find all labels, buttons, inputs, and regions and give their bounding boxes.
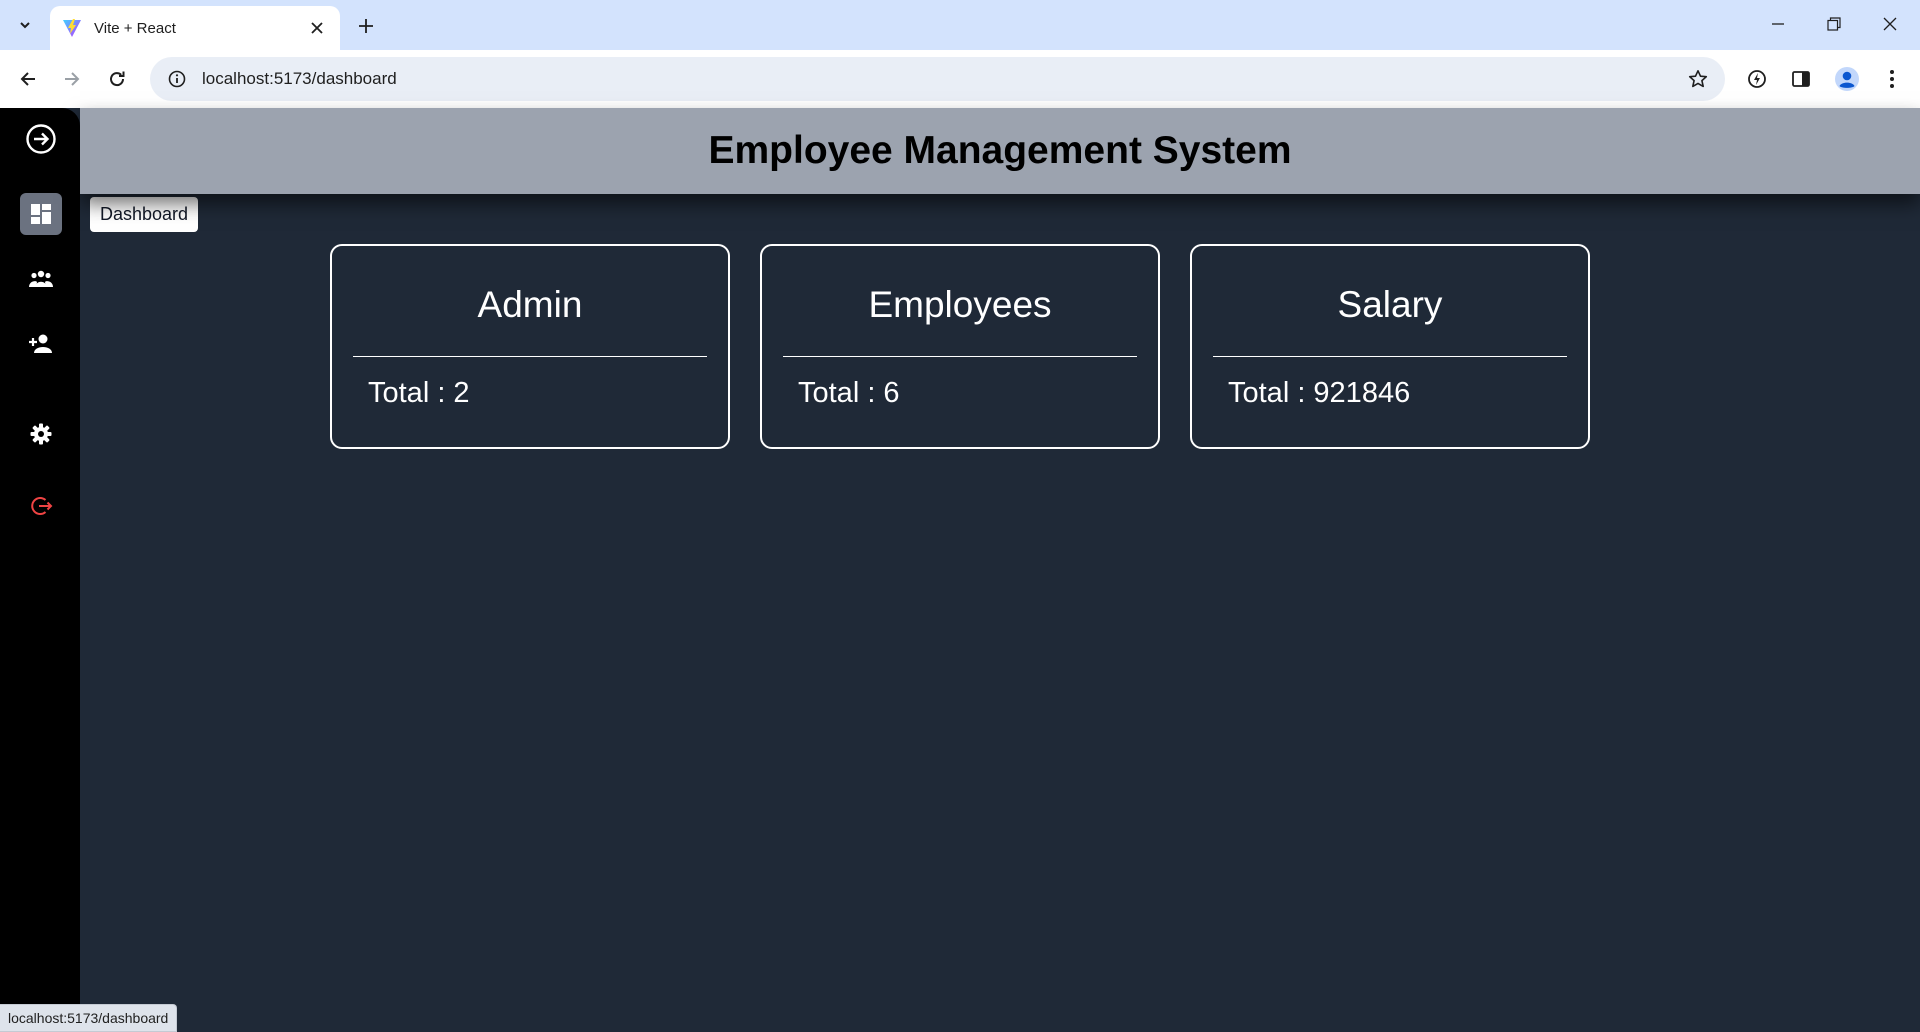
arrow-circle-right-icon	[26, 124, 56, 154]
logout-icon	[31, 497, 53, 515]
plus-icon	[359, 19, 373, 33]
person-add-icon	[29, 334, 52, 353]
vite-favicon-icon	[63, 19, 81, 37]
people-icon	[29, 270, 53, 287]
browser-toolbar: localhost:5173/dashboard	[0, 50, 1920, 108]
chevron-down-icon	[20, 22, 30, 29]
admin-card: Admin Total : 2	[330, 244, 730, 449]
card-divider	[1213, 356, 1567, 357]
arrow-right-icon	[65, 72, 80, 86]
reload-button[interactable]	[101, 63, 133, 95]
url-text: localhost:5173/dashboard	[202, 69, 397, 88]
card-title: Employees	[868, 284, 1052, 325]
close-icon	[1883, 17, 1897, 31]
employees-card: Employees Total : 6	[760, 244, 1160, 449]
page-title: Employee Management System	[708, 129, 1292, 172]
restore-icon	[1827, 17, 1841, 31]
card-title: Salary	[1337, 284, 1443, 325]
page-header: Employee Management System	[80, 108, 1920, 194]
salary-card: Salary Total : 921846	[1190, 244, 1590, 449]
browser-tab-bar: Vite + React	[0, 0, 1920, 50]
bookmark-star-button[interactable]	[1681, 62, 1715, 96]
address-bar[interactable]: localhost:5173/dashboard	[150, 57, 1725, 101]
sidebar-item-settings[interactable]	[20, 413, 62, 455]
tab-title: Vite + React	[94, 19, 176, 37]
arrow-left-icon	[20, 72, 35, 86]
forward-button[interactable]	[56, 63, 88, 95]
page: Dashboard Employee Management System Adm…	[0, 108, 1920, 1032]
close-window-button[interactable]	[1862, 0, 1918, 48]
avatar-icon	[1835, 67, 1859, 91]
star-icon	[1688, 70, 1708, 88]
reload-icon	[110, 71, 125, 87]
sidebar-toggle[interactable]	[20, 118, 62, 160]
side-panel-button[interactable]	[1785, 63, 1817, 95]
gear-icon	[30, 423, 52, 445]
card-total: Total : 921846	[1228, 377, 1411, 409]
tab-search-button[interactable]	[10, 12, 40, 38]
card-total: Total : 2	[368, 377, 470, 409]
sidebar-item-logout[interactable]	[20, 485, 62, 527]
sidebar-item-dashboard[interactable]	[20, 193, 62, 235]
card-divider	[783, 356, 1137, 357]
dashboard-icon	[31, 204, 51, 224]
sidebar-item-employees[interactable]	[20, 258, 62, 300]
minimize-button[interactable]	[1750, 0, 1806, 48]
sidebar	[0, 108, 80, 1032]
profile-button[interactable]	[1831, 63, 1863, 95]
side-panel-icon	[1792, 71, 1810, 87]
performance-icon	[1748, 70, 1766, 88]
site-info-icon[interactable]	[166, 68, 188, 90]
card-title: Admin	[477, 284, 583, 325]
restore-button[interactable]	[1806, 0, 1862, 48]
performance-button[interactable]	[1741, 63, 1773, 95]
back-button[interactable]	[12, 63, 44, 95]
card-divider	[353, 356, 707, 357]
new-tab-button[interactable]	[352, 12, 380, 40]
status-url-bubble: localhost:5173/dashboard	[0, 1004, 178, 1032]
close-icon	[311, 22, 323, 34]
card-total: Total : 6	[798, 377, 900, 409]
sidebar-tooltip: Dashboard	[90, 197, 199, 232]
more-vert-icon	[1890, 70, 1894, 88]
browser-tab[interactable]: Vite + React	[50, 6, 340, 50]
sidebar-item-add-employee[interactable]	[20, 323, 62, 365]
minimize-icon	[1772, 23, 1784, 25]
menu-button[interactable]	[1876, 63, 1908, 95]
tab-close-button[interactable]	[306, 17, 328, 39]
